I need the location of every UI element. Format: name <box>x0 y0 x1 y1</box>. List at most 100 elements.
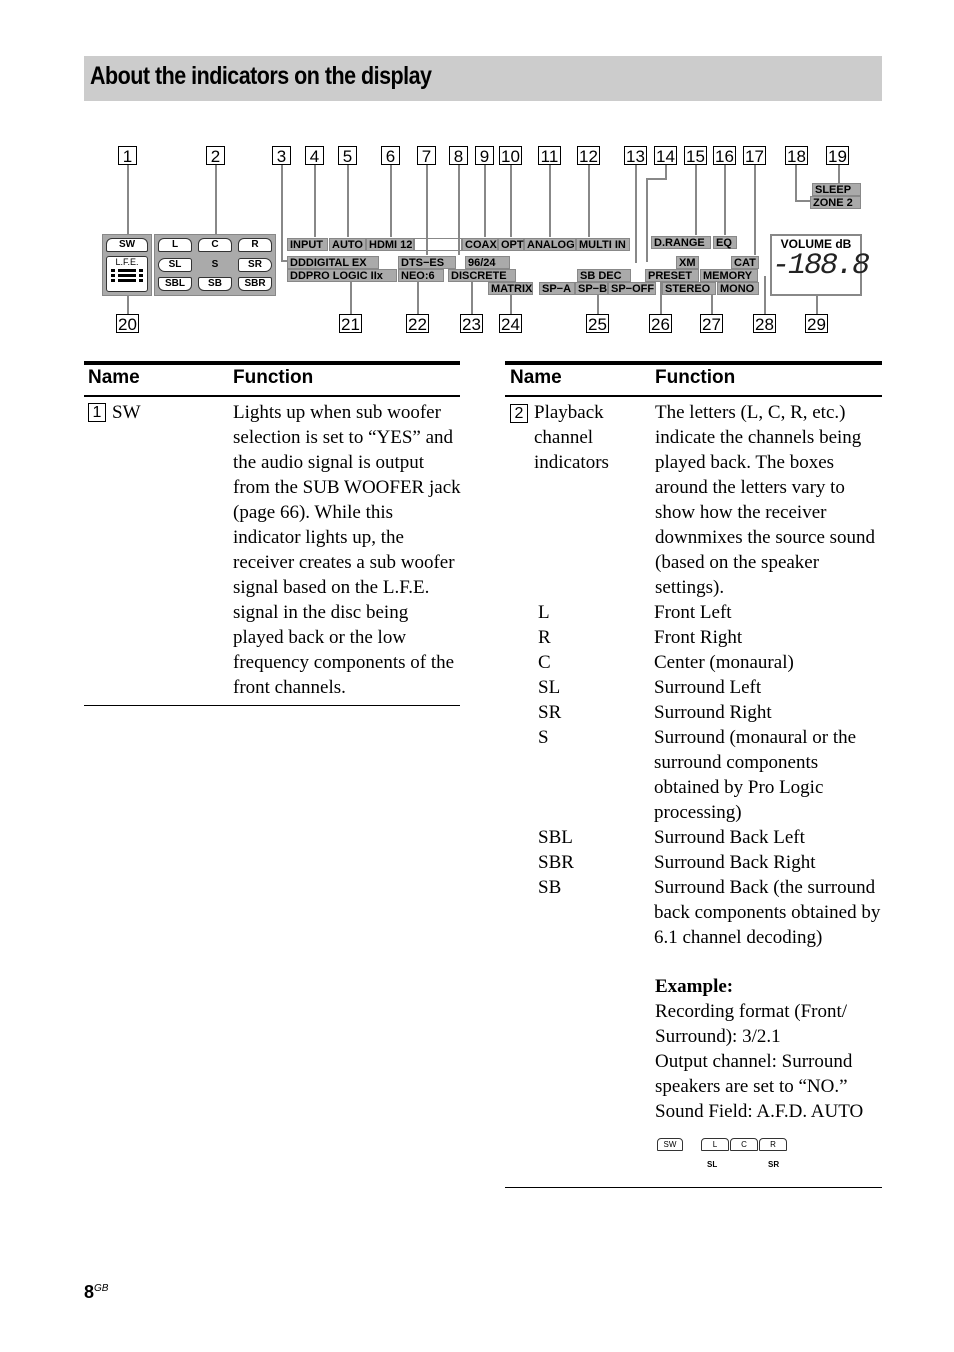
row-name: Playback channel indicators <box>534 402 609 473</box>
callout-24: 24 <box>499 314 522 334</box>
leader-line <box>646 178 667 180</box>
indicator-auto: AUTO <box>329 238 366 251</box>
indicator-sp-a: SP−A <box>539 282 575 295</box>
indicator-neo6: NEO:6 <box>398 269 444 282</box>
row-number: 1 <box>88 403 106 422</box>
callout-2: 2 <box>206 146 225 166</box>
indicator-digital-ex: DDDIGITAL EX <box>287 256 379 269</box>
leader-line <box>484 165 486 237</box>
indicator-memory: MEMORY <box>700 269 758 282</box>
indicator-xm: XM <box>676 256 699 269</box>
volume-display: VOLUME dB -188.8 <box>770 234 870 296</box>
page-footer: 8GB <box>84 1282 108 1303</box>
leader-line <box>754 165 756 255</box>
leader-line <box>471 282 473 314</box>
channel-c: C <box>198 238 232 252</box>
callout-22: 22 <box>406 314 429 334</box>
lfe-bar-icon <box>111 274 143 277</box>
right-header-function: Function <box>655 367 736 388</box>
callout-10: 10 <box>499 146 522 166</box>
row-name: SW <box>112 402 141 423</box>
channel-desc: Surround Back Right <box>654 852 816 873</box>
callout-19: 19 <box>826 146 849 166</box>
indicator-96-24: 96/24 <box>465 256 510 269</box>
right-header-name: Name <box>510 367 562 388</box>
leader-line <box>215 165 217 235</box>
channel-code: SBL <box>538 827 573 848</box>
channel-code: SB <box>538 877 562 898</box>
callout-26: 26 <box>649 314 672 334</box>
table-rule-top <box>84 361 460 365</box>
channel-desc: Front Right <box>654 627 743 648</box>
channel-desc: Front Left <box>654 602 732 623</box>
page-number: 8 <box>84 1282 95 1302</box>
example-label: Example: <box>655 976 734 997</box>
callout-14: 14 <box>654 146 677 166</box>
table-rule-header <box>84 395 460 397</box>
left-header-function: Function <box>233 367 314 388</box>
channel-list: L Front Left R Front Right C Center (monaur… <box>538 600 888 950</box>
channel-r: R <box>238 238 272 252</box>
channel-code: L <box>538 602 550 623</box>
callout-27: 27 <box>700 314 723 334</box>
example-block: Example: Recording format (Front/ Surrou… <box>655 974 883 1124</box>
left-header-name: Name <box>88 367 140 388</box>
indicator-pro-logic: DDPRO LOGIC IIx <box>287 269 397 282</box>
leader-line <box>314 165 316 237</box>
leader-line <box>795 165 797 202</box>
example-recording-format: Recording format (Front/ Surround): 3/2.… <box>655 1001 848 1047</box>
leader-line <box>764 276 766 314</box>
callout-5: 5 <box>338 146 357 166</box>
indicator-multi-in: MULTI IN <box>576 238 630 251</box>
indicator-sp-off: SP−OFF <box>608 282 656 295</box>
channel-item: SR Surround Right <box>538 700 888 725</box>
leader-line <box>646 178 648 262</box>
channel-code: SR <box>538 702 562 723</box>
leader-line <box>549 165 551 237</box>
row-number: 2 <box>510 404 528 423</box>
callout-20: 20 <box>116 314 139 334</box>
callout-3: 3 <box>272 146 291 166</box>
lfe-bar-icon <box>111 269 143 272</box>
volume-value: -188.8 <box>772 249 870 283</box>
indicator-lfe: L.F.E. <box>106 256 148 292</box>
callout-11: 11 <box>538 146 561 166</box>
channel-desc: Surround (monaural or the surround compo… <box>654 727 857 823</box>
left-row-function: Lights up when sub woofer selection is s… <box>233 402 461 698</box>
callout-28: 28 <box>753 314 776 334</box>
callout-12: 12 <box>577 146 600 166</box>
indicator-mono: MONO <box>717 282 759 295</box>
callout-16: 16 <box>713 146 736 166</box>
channel-item: SBL Surround Back Left <box>538 825 888 850</box>
leader-line <box>588 165 590 237</box>
channel-sbl: SBL <box>158 277 192 291</box>
indicator-sb-dec: SB DEC <box>577 269 631 282</box>
leader-line <box>660 282 662 314</box>
channel-s: S <box>211 259 219 270</box>
example-sr-label: SR <box>768 1160 780 1169</box>
callout-6: 6 <box>381 146 400 166</box>
channel-item: R Front Right <box>538 625 888 650</box>
indicator-matrix: MATRIX <box>488 282 533 295</box>
leader-line <box>724 165 726 235</box>
channel-desc: Surround Back Left <box>654 827 805 848</box>
callout-17: 17 <box>743 146 766 166</box>
indicator-input: INPUT <box>287 238 328 251</box>
leader-line <box>711 295 713 314</box>
callout-13: 13 <box>624 146 647 166</box>
leader-line <box>816 296 818 314</box>
display-diagram: 1 2 3 4 5 6 7 8 9 10 11 12 13 14 15 16 1… <box>0 0 954 350</box>
leader-line <box>665 165 667 179</box>
example-c-icon: C <box>730 1138 758 1151</box>
right-row-function: The letters (L, C, R, etc.) indicate the… <box>655 402 876 598</box>
leader-line <box>597 295 599 314</box>
left-row-name: 1 SW <box>88 400 228 425</box>
channel-item: SBR Surround Back Right <box>538 850 888 875</box>
callout-29: 29 <box>805 314 828 334</box>
leader-line <box>390 165 392 237</box>
lfe-label: L.F.E. <box>115 257 139 267</box>
callout-9: 9 <box>475 146 494 166</box>
callout-25: 25 <box>586 314 609 334</box>
example-output-channel: Output channel: Surround speakers are se… <box>655 1051 853 1097</box>
leader-line <box>510 295 512 314</box>
